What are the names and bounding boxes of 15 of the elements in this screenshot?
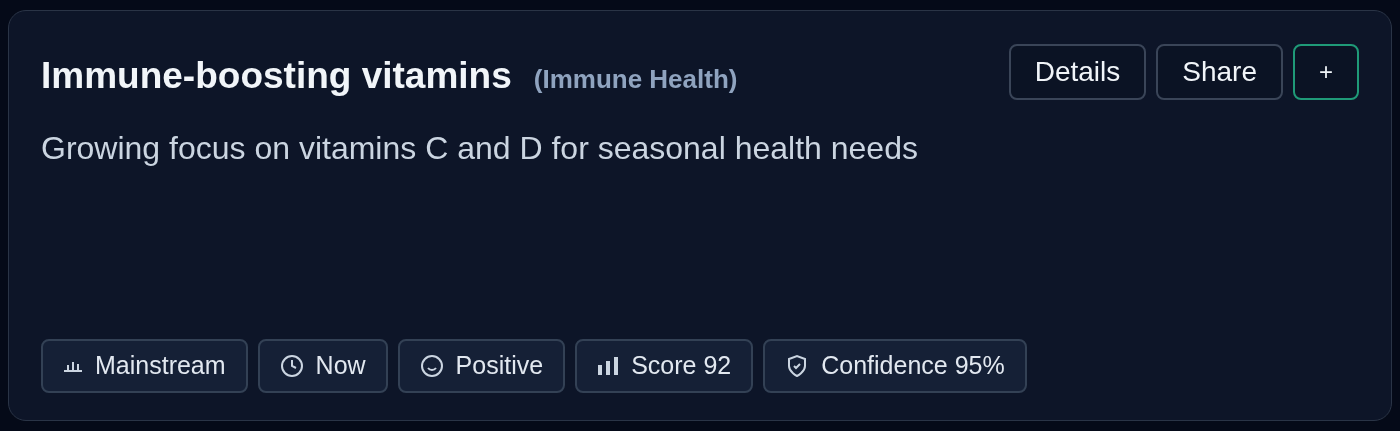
smiley-icon [419,354,444,378]
tag-label: Confidence 95% [821,350,1005,382]
signal-bars-icon [597,356,620,376]
add-button[interactable]: + [1293,44,1359,100]
tag-label: Mainstream [95,350,226,382]
bar-chart-icon [63,360,83,372]
tag-label: Score 92 [631,350,732,382]
action-button[interactable]: Share [1156,44,1283,100]
category-label: (Immune Health) [533,66,738,92]
card-description: Growing focus on vitamins C and D for seasonal health needs [41,129,919,168]
action-button[interactable]: Details [1008,44,1147,100]
card-title: Immune-boosting vitamins [41,57,512,94]
tag-label: Now [315,350,366,382]
clock-icon [279,354,304,378]
tag-label: Positive [455,350,544,382]
